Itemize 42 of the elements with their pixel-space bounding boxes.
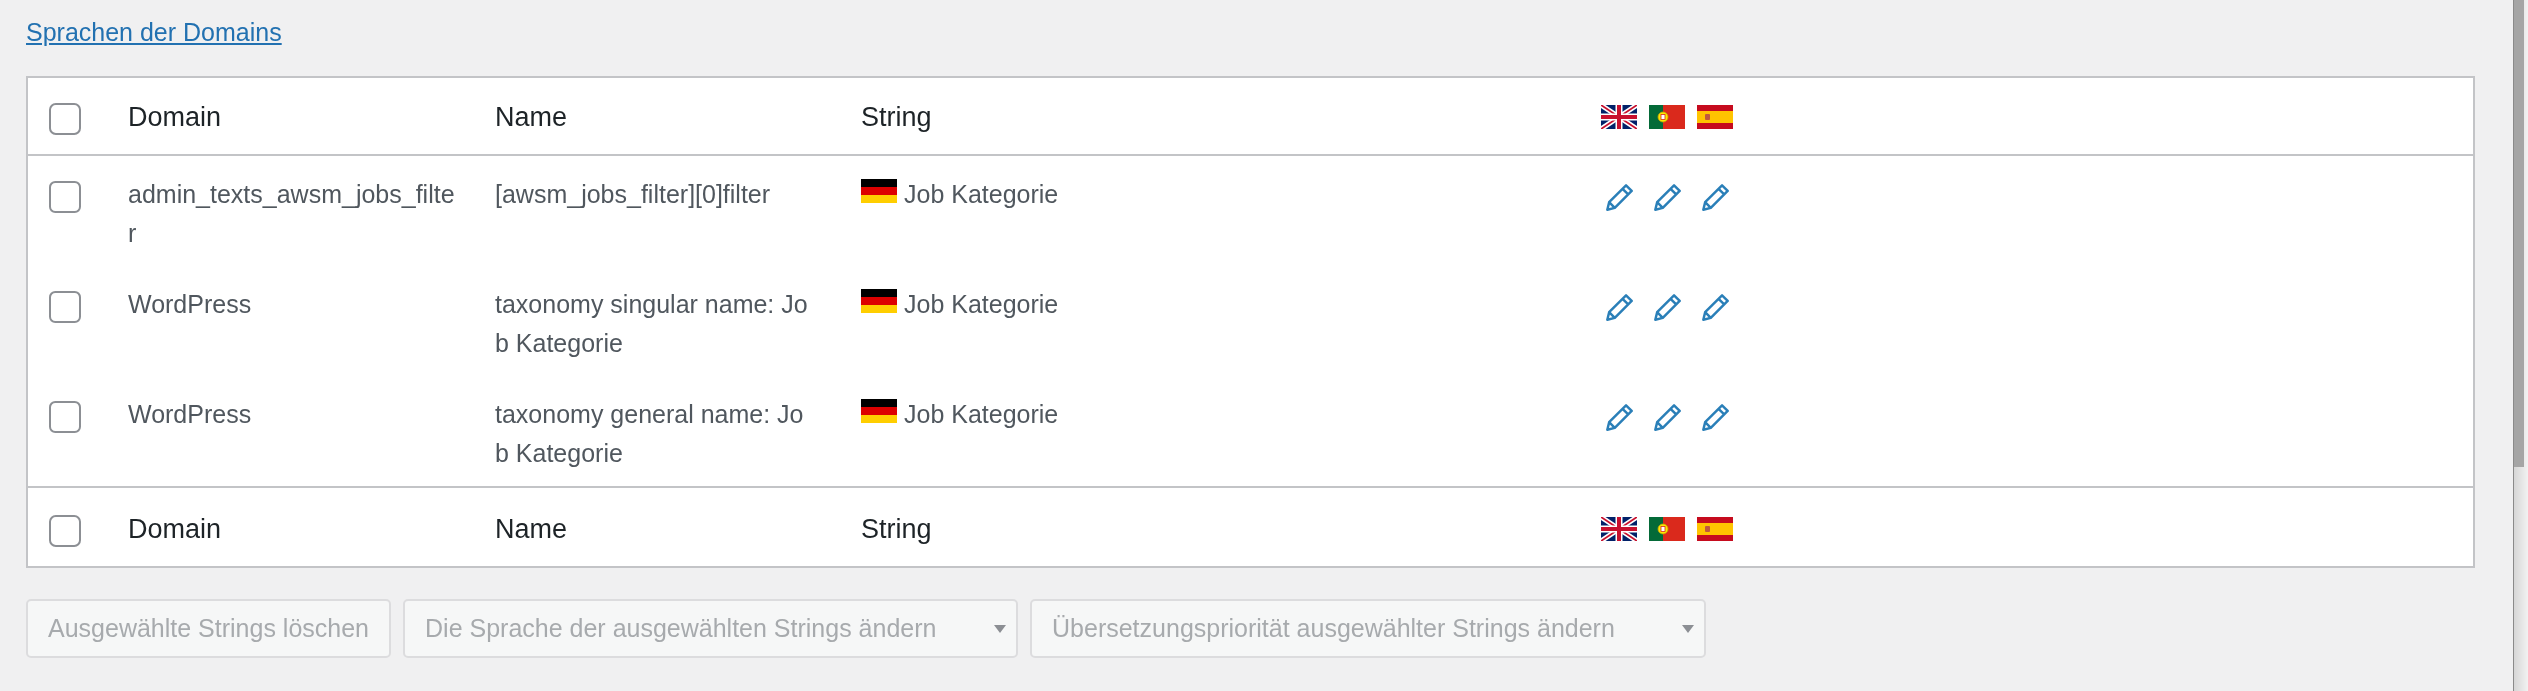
pencil-icon[interactable] xyxy=(1653,294,1681,321)
pencil-icon[interactable] xyxy=(1605,294,1633,321)
select-all-checkbox[interactable] xyxy=(49,103,81,135)
row-checkbox[interactable] xyxy=(49,291,81,323)
portuguese-flag-icon xyxy=(1649,105,1685,129)
spanish-flag-icon xyxy=(1697,517,1733,541)
spanish-flag-icon xyxy=(1697,105,1733,129)
column-header: Domain xyxy=(128,514,222,544)
caret-icon xyxy=(994,624,1007,633)
british-flag-icon xyxy=(1601,105,1637,129)
british-flag-icon xyxy=(1601,517,1637,541)
name-text: [awsm_jobs_filter][0]filter xyxy=(495,179,771,210)
german-flag-icon xyxy=(861,289,897,313)
column-header: Domain xyxy=(128,102,222,132)
german-flag-icon xyxy=(861,179,897,203)
portuguese-flag-icon xyxy=(1649,517,1685,541)
pencil-icon[interactable] xyxy=(1701,294,1729,321)
domains-link[interactable]: Sprachen der Domains xyxy=(26,13,282,51)
column-header: Name xyxy=(495,514,568,544)
pencil-icon[interactable] xyxy=(1605,404,1633,431)
pencil-icon[interactable] xyxy=(1701,404,1729,431)
domain-text: WordPress xyxy=(128,289,252,320)
row-checkbox[interactable] xyxy=(49,181,81,213)
domain-text: WordPress xyxy=(128,399,252,430)
caret-icon xyxy=(1682,624,1695,633)
pencil-icon[interactable] xyxy=(1653,404,1681,431)
pencil-icon[interactable] xyxy=(1605,184,1633,211)
scrollbar-thumb[interactable] xyxy=(2514,0,2524,467)
pencil-icon[interactable] xyxy=(1653,184,1681,211)
pencil-icon[interactable] xyxy=(1701,184,1729,211)
domain-text: admin_texts_awsm_jobs_filter xyxy=(128,179,456,249)
row-checkbox[interactable] xyxy=(49,401,81,433)
name-text: taxonomy singular name: Job Kategorie xyxy=(495,289,809,359)
string-text: Job Kategorie xyxy=(904,399,1059,430)
column-header: String xyxy=(861,102,932,132)
column-header: Name xyxy=(495,102,568,132)
string-text: Job Kategorie xyxy=(904,179,1059,210)
german-flag-icon xyxy=(861,399,897,423)
select-all-checkbox[interactable] xyxy=(49,515,81,547)
string-text: Job Kategorie xyxy=(904,289,1059,320)
column-header: String xyxy=(861,514,932,544)
name-text: taxonomy general name: Job Kategorie xyxy=(495,399,805,469)
